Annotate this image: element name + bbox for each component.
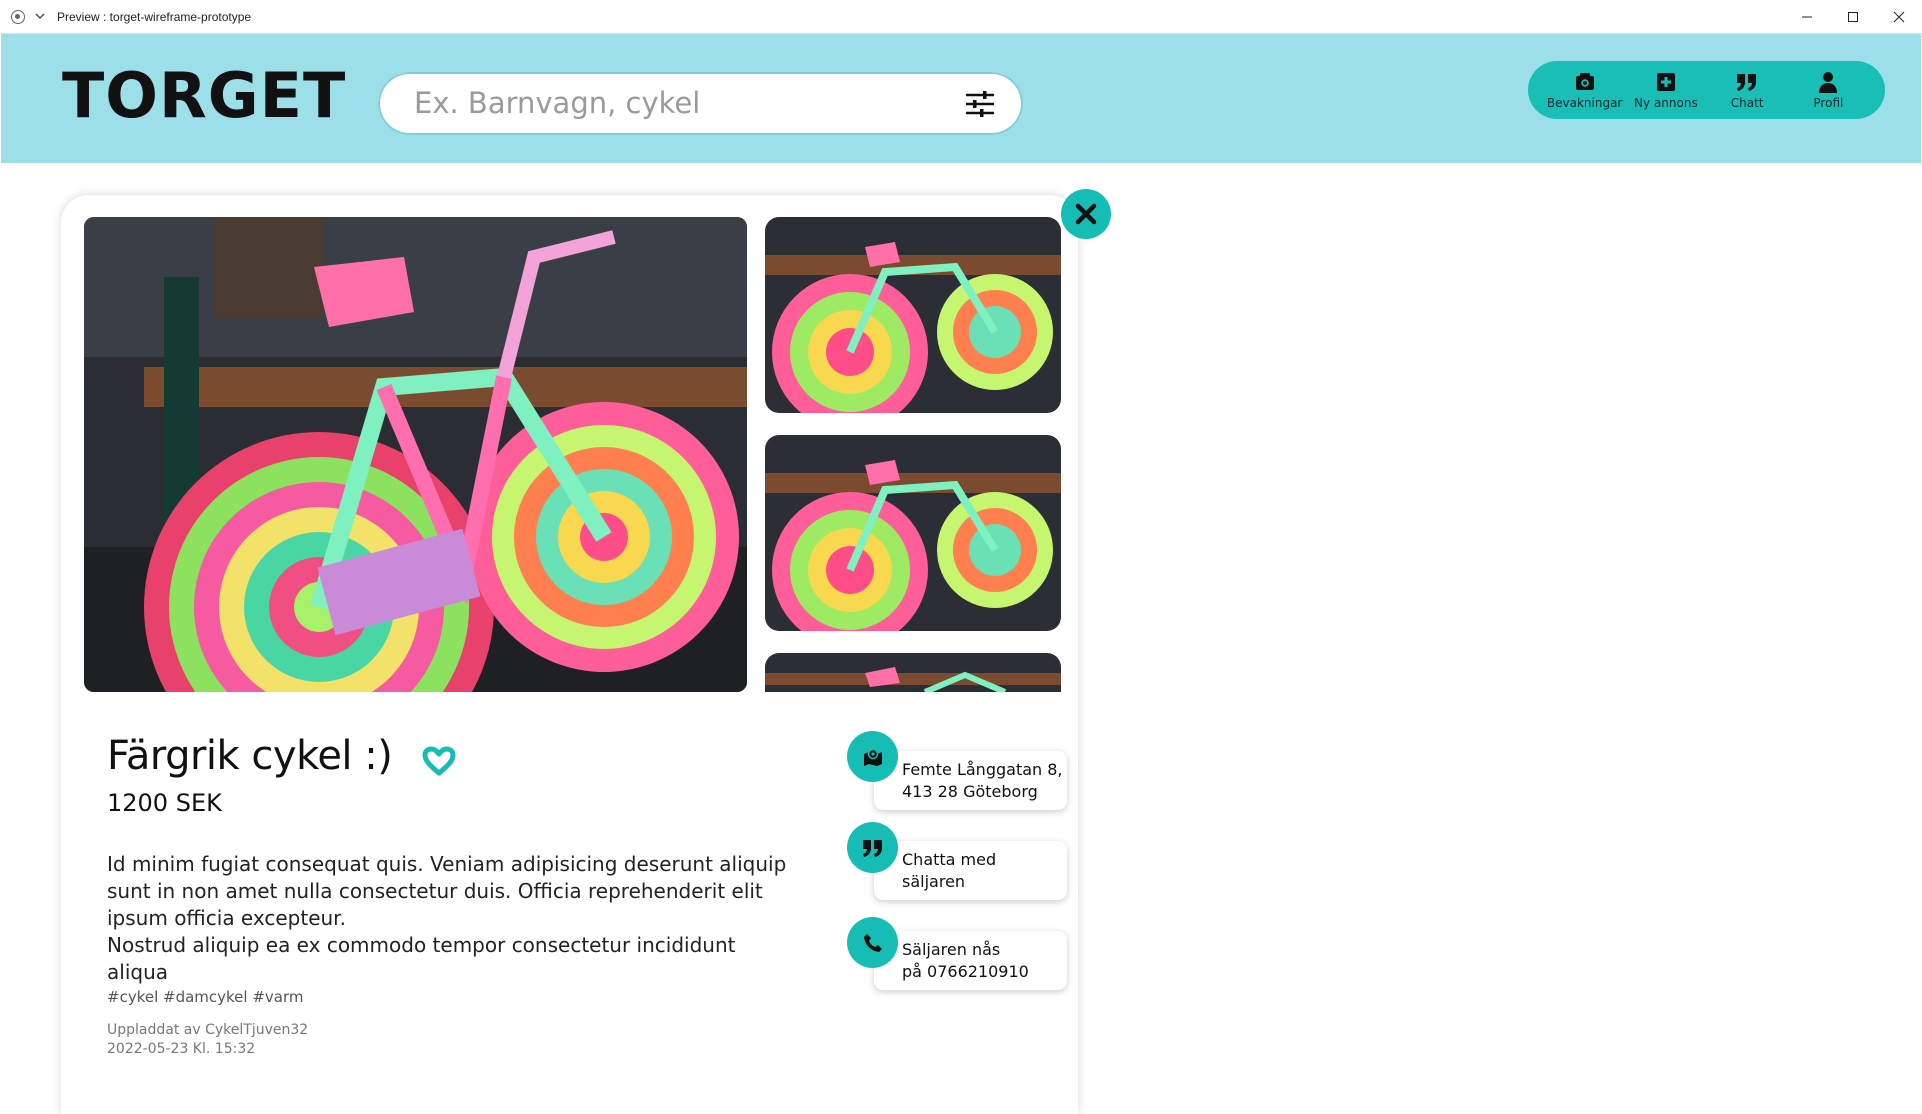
nav-label: Profil [1813,95,1844,110]
main-nav: Bevakningar Ny annons Chatt Profil [1528,61,1885,119]
close-listing-button[interactable] [1061,189,1111,239]
phone-card[interactable]: Säljaren nås på 0766210910 [874,931,1067,990]
bookmark-camera-icon [1574,71,1596,93]
chat-seller-button[interactable]: Chatta med säljaren [874,841,1067,900]
chevron-down-icon[interactable] [35,12,45,22]
nav-chatt[interactable]: Chatt [1707,64,1788,116]
nav-label: Chatt [1730,95,1764,110]
uploaded-at: 2022-05-23 Kl. 15:32 [107,1041,256,1057]
user-icon [1817,71,1839,93]
app-header: TORGET Bevakningar [1,34,1921,163]
phone-icon [847,917,898,968]
close-window-button[interactable] [1876,0,1922,34]
listing-card: Färgrik cykel :) 1200 SEK Id minim fugia… [61,195,1078,1114]
nav-profil[interactable]: Profil [1788,64,1869,116]
bicycle-thumbnail [765,217,1061,413]
bicycle-thumbnail [765,435,1061,631]
filter-sliders-icon[interactable] [965,91,995,117]
bicycle-photo [84,217,747,692]
window-titlebar: Preview : torget-wireframe-prototype [0,0,1922,34]
address-card[interactable]: Femte Långgatan 8, 413 28 Göteborg [874,751,1067,810]
nav-label: Ny annons [1634,95,1698,110]
main-photo[interactable] [84,217,747,692]
upload-info: Uppladdat av CykelTjuven32 2022-05-23 Kl… [107,1021,308,1059]
nav-label: Bevakningar [1546,95,1623,110]
chat-label: Chatta med [902,850,997,869]
thumbnail[interactable] [765,435,1061,631]
maximize-icon [1848,12,1858,22]
plus-square-icon [1655,71,1677,93]
uploaded-by: Uppladdat av CykelTjuven32 [107,1022,309,1038]
description-paragraph: Id minim fugiat consequat quis. Veniam a… [107,852,787,930]
nav-bevakningar[interactable]: Bevakningar [1544,64,1625,116]
map-marker-icon [847,731,898,782]
search-input[interactable] [414,82,934,124]
thumbnail[interactable] [765,653,1061,692]
maximize-button[interactable] [1830,0,1876,34]
search-bar [378,72,1023,135]
listing-price: 1200 SEK [107,789,222,817]
app-icon [11,9,25,24]
close-icon [1075,203,1097,225]
window-title: Preview : torget-wireframe-prototype [57,9,252,24]
close-icon [1893,11,1905,23]
quote-icon [847,822,898,873]
phone-label: Säljaren nås [902,940,1001,959]
listing-title: Färgrik cykel :) [107,733,393,779]
phone-label: på 0766210910 [902,962,1029,981]
nav-ny-annons[interactable]: Ny annons [1625,64,1706,116]
address-line: Femte Långgatan 8, [902,760,1063,779]
logo[interactable]: TORGET [62,65,346,127]
bicycle-thumbnail [765,653,1061,692]
heart-icon[interactable] [422,746,456,776]
chat-label: säljaren [902,872,966,891]
listing-description: Id minim fugiat consequat quis. Veniam a… [107,851,787,986]
minimize-button[interactable] [1784,0,1830,34]
minimize-icon [1802,16,1812,18]
quote-icon [1736,71,1758,93]
listing-tags: #cykel #damcykel #varm [107,988,304,1006]
address-line: 413 28 Göteborg [902,782,1038,801]
thumbnail[interactable] [765,217,1061,413]
description-paragraph: Nostrud aliquip ea ex commodo tempor con… [107,933,736,984]
